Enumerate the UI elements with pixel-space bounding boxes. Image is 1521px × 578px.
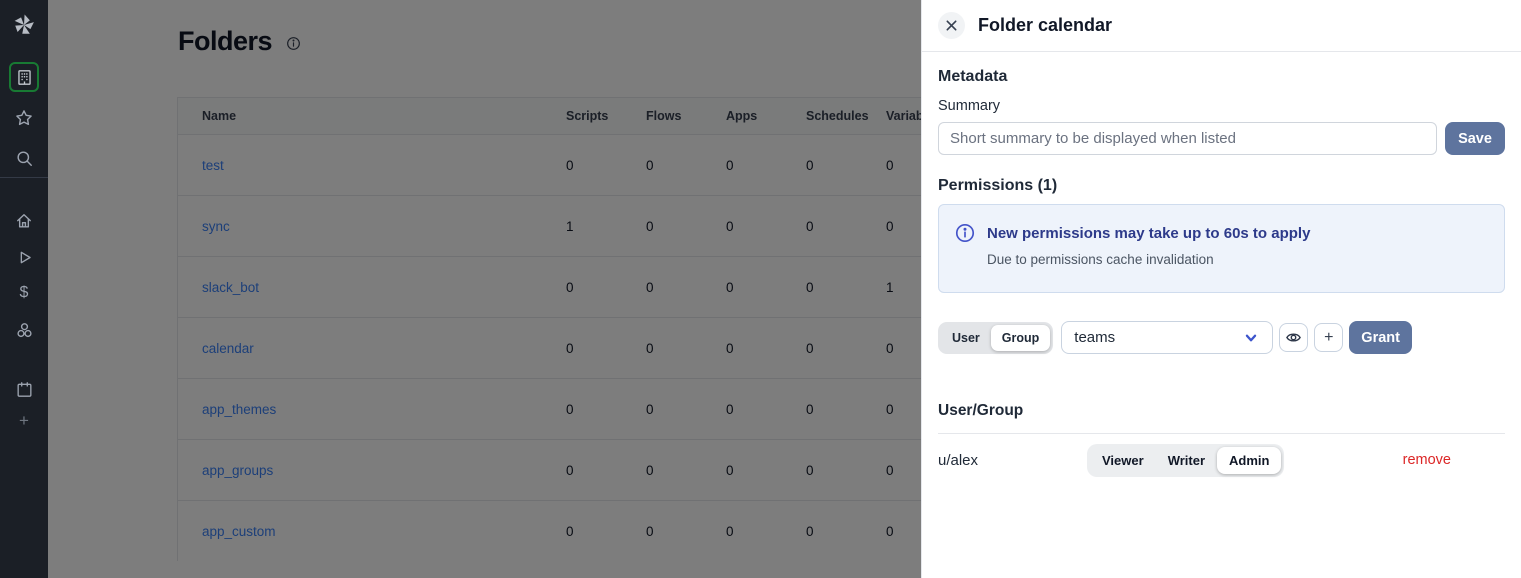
role-admin-button[interactable]: Admin (1217, 447, 1281, 474)
play-icon (15, 248, 34, 267)
sidebar-item-runs[interactable] (12, 245, 36, 269)
circles-cluster-icon (14, 320, 35, 341)
folder-drawer: Folder calendar Metadata Summary Save Pe… (921, 0, 1521, 578)
eye-icon (1285, 329, 1302, 346)
role-toggle: Viewer Writer Admin (1087, 444, 1284, 477)
group-select-value: teams (1074, 329, 1242, 346)
windmill-logo-icon (10, 11, 38, 39)
close-button[interactable] (938, 12, 965, 39)
acl-heading: User/Group (938, 402, 1505, 420)
summary-input[interactable] (938, 122, 1437, 155)
acl-entity-name: u/alex (938, 452, 1087, 469)
permissions-alert: New permissions may take up to 60s to ap… (938, 204, 1505, 293)
sidebar-item-resources[interactable] (12, 318, 36, 342)
add-group-button[interactable]: + (1314, 323, 1343, 352)
toggle-user-button[interactable]: User (941, 325, 991, 351)
chevron-down-icon (1242, 329, 1260, 347)
grant-controls: User Group teams + Grant (938, 321, 1505, 354)
sidebar-item-variables[interactable]: $ (12, 281, 36, 305)
alert-title: New permissions may take up to 60s to ap… (987, 225, 1310, 242)
calendar-icon (15, 380, 34, 399)
role-writer-button[interactable]: Writer (1156, 447, 1217, 474)
toggle-group-button[interactable]: Group (991, 325, 1051, 351)
sidebar: $ + (0, 0, 48, 578)
alert-body: Due to permissions cache invalidation (987, 252, 1488, 267)
sidebar-item-folders[interactable] (9, 62, 39, 92)
sidebar-divider (0, 177, 48, 178)
building-icon (15, 68, 34, 87)
permissions-heading: Permissions (1) (938, 177, 1505, 195)
divider (938, 433, 1505, 434)
user-group-toggle: User Group (938, 322, 1053, 354)
close-icon (945, 19, 958, 32)
role-viewer-button[interactable]: Viewer (1090, 447, 1156, 474)
drawer-header: Folder calendar (922, 0, 1521, 52)
search-icon (15, 149, 34, 168)
dollar-icon: $ (20, 284, 29, 302)
preview-button[interactable] (1279, 323, 1308, 352)
home-icon (14, 211, 34, 231)
windmill-logo[interactable] (0, 0, 48, 50)
star-icon (14, 108, 34, 128)
save-button[interactable]: Save (1445, 122, 1505, 155)
summary-label: Summary (938, 98, 1505, 114)
remove-link[interactable]: remove (1403, 452, 1451, 468)
sidebar-item-search[interactable] (12, 146, 36, 170)
sidebar-item-schedules[interactable] (12, 377, 36, 401)
sidebar-item-favorites[interactable] (12, 106, 36, 130)
group-select[interactable]: teams (1061, 321, 1273, 354)
metadata-heading: Metadata (938, 68, 1505, 86)
info-icon (955, 223, 975, 243)
drawer-title: Folder calendar (978, 15, 1112, 36)
acl-row: u/alex Viewer Writer Admin remove (938, 444, 1505, 476)
sidebar-item-home[interactable] (12, 209, 36, 233)
plus-icon: + (19, 411, 29, 431)
sidebar-item-add[interactable]: + (12, 409, 36, 433)
grant-button[interactable]: Grant (1349, 321, 1412, 354)
plus-icon: + (1324, 329, 1333, 347)
